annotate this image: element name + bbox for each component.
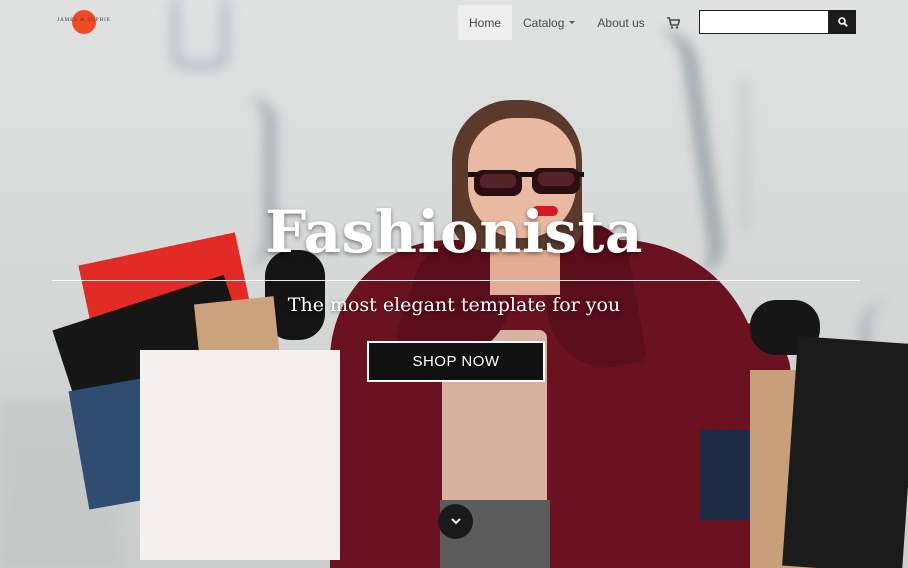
hero-title: Fashionista xyxy=(265,198,643,266)
search-bar xyxy=(699,10,856,34)
search-button[interactable] xyxy=(829,10,856,34)
cart-button[interactable] xyxy=(656,5,692,40)
nav-item-about[interactable]: About us xyxy=(586,5,655,40)
chevron-down-icon xyxy=(450,518,461,525)
shopping-bag-black xyxy=(782,336,908,568)
nav-item-label: Catalog xyxy=(523,15,565,30)
caret-down-icon xyxy=(569,21,576,24)
logo-text: JAMES & SOPHIE xyxy=(57,18,111,23)
nav-item-home[interactable]: Home xyxy=(458,5,513,40)
shopping-cart-icon xyxy=(667,16,681,29)
sunglasses xyxy=(468,168,584,196)
shop-now-button[interactable]: SHOP NOW xyxy=(367,341,545,382)
background-shape xyxy=(170,0,230,70)
nav-item-catalog[interactable]: Catalog xyxy=(512,5,586,40)
search-icon xyxy=(837,17,848,27)
hero-section: JAMES & SOPHIE Home Catalog About us Fas… xyxy=(0,0,908,568)
shopping-bag-white xyxy=(140,350,340,560)
hero-subtitle: The most elegant template for you xyxy=(287,294,621,316)
nav-item-label: Home xyxy=(469,15,502,30)
site-logo[interactable]: JAMES & SOPHIE xyxy=(54,9,114,37)
scroll-down-button[interactable] xyxy=(438,504,473,539)
hero-divider xyxy=(52,280,860,281)
nav-item-label: About us xyxy=(597,15,645,30)
main-nav: Home Catalog About us xyxy=(458,5,692,40)
search-input[interactable] xyxy=(699,10,829,34)
